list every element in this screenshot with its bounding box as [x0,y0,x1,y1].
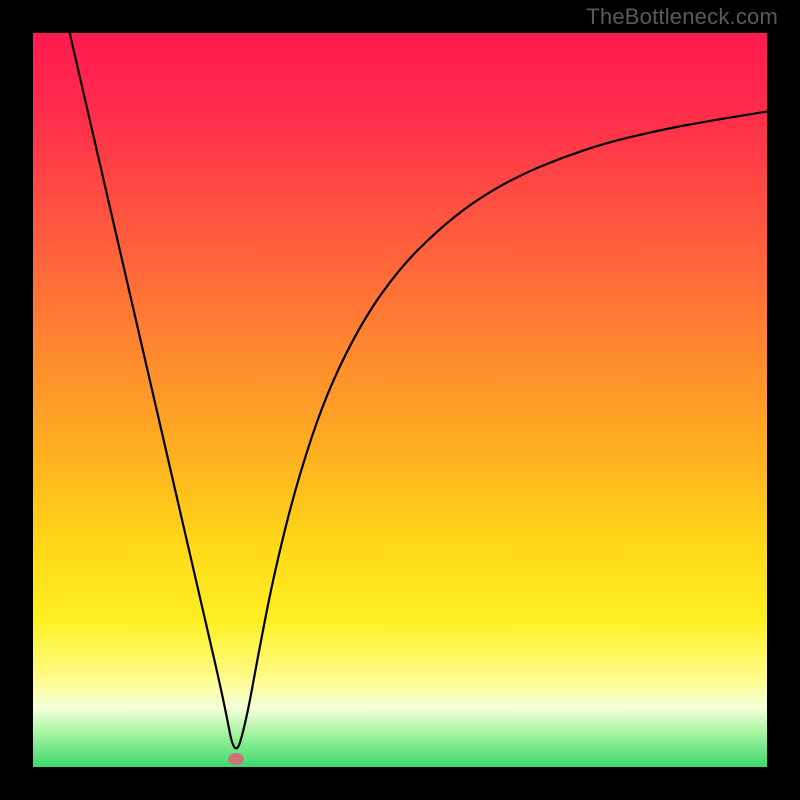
chart-frame: TheBottleneck.com [0,0,800,800]
attribution-label: TheBottleneck.com [586,4,778,30]
bottleneck-curve [70,33,767,748]
minimum-marker [228,753,244,765]
curve-svg [33,33,767,767]
